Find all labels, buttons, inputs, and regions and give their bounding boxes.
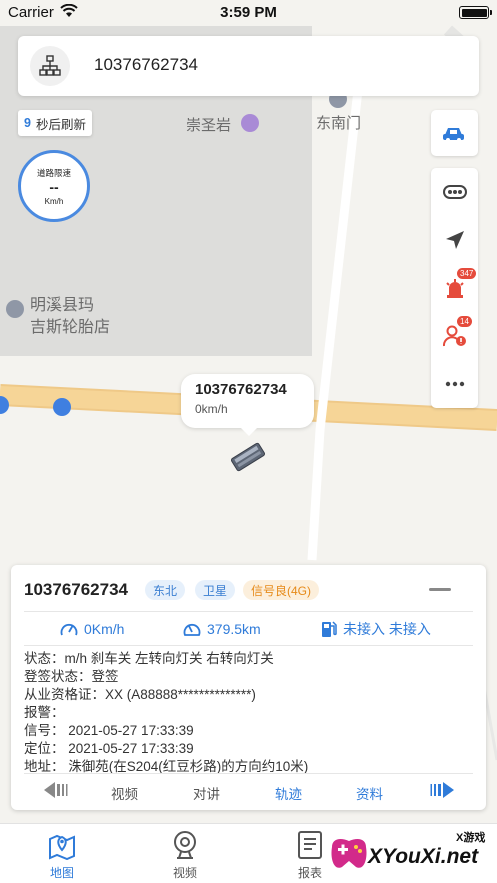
poi-label: 东南门 <box>316 115 362 132</box>
poi-label: 崇圣岩 <box>186 117 232 134</box>
prev-vehicle-icon[interactable] <box>43 781 69 799</box>
bus-stop-icon <box>53 398 71 416</box>
signal-time-line: 信号： 2021-05-27 17:33:39 <box>24 723 194 738</box>
report-icon <box>298 831 322 859</box>
site-watermark: X游戏 XYouXi.net <box>326 825 492 883</box>
tab-video-label: 视频 <box>172 866 197 880</box>
speed-limit-unit: Km/h <box>44 197 64 206</box>
divider <box>24 645 473 646</box>
vehicle-info-card: 10376762734 东北 卫星 信号良(4G) 0Km/h 379.5km … <box>11 565 486 810</box>
refresh-label: 秒后刷新 <box>35 117 86 132</box>
battery-icon <box>459 6 492 19</box>
speed-limit-gauge: 道路限速 -- Km/h <box>18 150 90 222</box>
temple-icon <box>241 114 259 132</box>
next-vehicle-icon[interactable] <box>429 781 455 799</box>
popup-plate: 10376762734 <box>195 381 287 398</box>
action-bar: 视频 对讲 轨迹 资料 <box>11 777 486 805</box>
driver-icon <box>442 325 466 347</box>
divider <box>24 773 473 774</box>
org-tree-button[interactable] <box>30 46 70 86</box>
tab-map-label: 地图 <box>49 866 74 880</box>
driver-alarm-badge: 14 <box>457 316 472 327</box>
speedometer-icon <box>60 623 78 636</box>
speed-limit-value: -- <box>49 179 59 195</box>
signin-line: 登签状态：登签 <box>24 669 119 684</box>
camera-icon <box>174 831 196 859</box>
shop-icon <box>6 300 24 318</box>
vehicle-marker-icon[interactable] <box>228 440 268 474</box>
alarm-line: 报警： <box>24 705 65 720</box>
speed-value: 0Km/h <box>84 621 125 637</box>
vehicle-search-bar[interactable]: 10376762734 <box>18 36 479 96</box>
odometer-icon <box>183 623 201 636</box>
org-tree-icon <box>39 55 61 76</box>
divider <box>24 611 473 612</box>
signal-tag: 信号良(4G) <box>243 580 320 600</box>
qualification-line: 从业资格证：XX (A88888**************) <box>24 687 256 702</box>
map-pin-icon <box>49 834 75 860</box>
poi-label: 吉斯轮胎店 <box>30 319 111 336</box>
refresh-countdown: 9 秒后刷新 <box>18 110 92 136</box>
watermark-text: XYouXi.net <box>368 845 479 868</box>
watermark-small-text: X游戏 <box>456 832 486 844</box>
driver-alarm-button[interactable]: 14 <box>431 312 478 360</box>
location-arrow-icon <box>445 231 464 249</box>
collapse-button[interactable] <box>429 588 451 591</box>
speed-metric: 0Km/h <box>60 619 124 639</box>
more-button[interactable] <box>431 360 478 408</box>
location-time-line: 定位： 2021-05-27 17:33:39 <box>24 741 194 756</box>
positioning-tag: 卫星 <box>195 580 236 600</box>
map-tool-group: 347 14 <box>431 168 478 408</box>
alarm-count-badge: 347 <box>457 268 477 279</box>
direction-tag: 东北 <box>145 580 186 600</box>
status-bar: Carrier 3:59 PM <box>0 0 497 26</box>
alarm-siren-icon <box>445 279 464 298</box>
locate-button[interactable] <box>431 216 478 264</box>
traffic-car-icon <box>442 128 464 142</box>
clock: 3:59 PM <box>220 4 277 21</box>
more-icon <box>445 381 464 387</box>
mileage-metric: 379.5km <box>183 619 261 639</box>
refresh-count: 9 <box>24 116 31 130</box>
vehicle-popup[interactable]: 10376762734 0km/h <box>181 374 314 436</box>
intercom-action-button[interactable]: 对讲 <box>193 783 220 803</box>
mileage-value: 379.5km <box>207 621 261 637</box>
track-action-button[interactable]: 轨迹 <box>275 783 302 803</box>
alarm-button[interactable]: 347 <box>431 264 478 312</box>
profile-action-button[interactable]: 资料 <box>356 783 383 803</box>
video-action-button[interactable]: 视频 <box>111 783 138 803</box>
poi-label: 明溪县玛 <box>30 297 95 314</box>
fuel-pump-icon <box>322 621 337 637</box>
map-layer-button[interactable] <box>431 168 478 216</box>
traffic-toggle-button[interactable] <box>431 110 478 156</box>
fuel-metric: 未接入 未接入 <box>321 619 431 639</box>
search-input[interactable]: 10376762734 <box>94 55 198 75</box>
fuel-value: 未接入 未接入 <box>343 621 431 637</box>
status-line: 状态：m/h 刹车关 左转向灯关 右转向灯关 <box>24 651 274 666</box>
vehicle-plate: 10376762734 <box>24 580 129 599</box>
speed-limit-title: 道路限速 <box>36 168 71 178</box>
layer-toggle-icon <box>442 185 467 199</box>
gamepad-logo-icon <box>331 839 367 868</box>
popup-speed: 0km/h <box>195 402 228 416</box>
tab-map[interactable]: 地图 <box>32 830 92 881</box>
address-line: 地址： 洙御苑(在S204(红豆杉路)的方向约10米) <box>24 759 309 774</box>
tab-video[interactable]: 视频 <box>155 830 215 881</box>
